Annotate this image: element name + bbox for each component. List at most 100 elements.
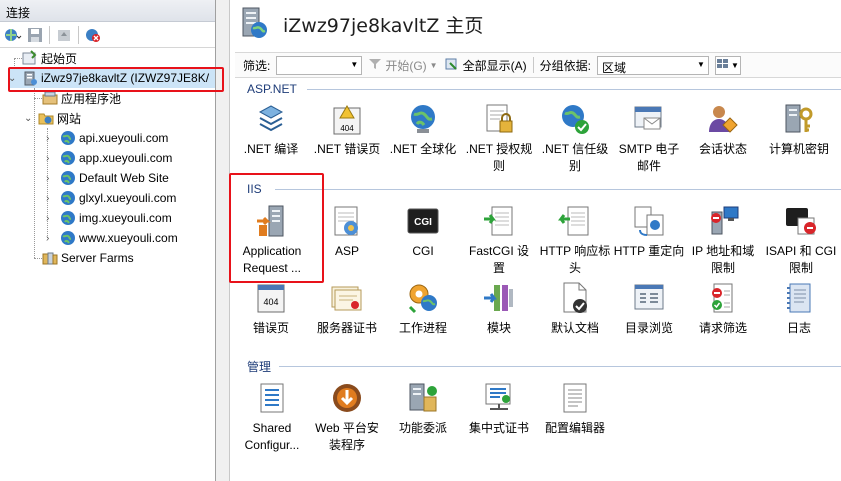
error-code-text: 404 [263,297,278,307]
section-divider [279,366,841,367]
tree-item-label: app.xueyouli.com [79,151,173,165]
server-farm-icon [42,250,58,266]
grid-view-icon [716,59,729,71]
group-by-label: 分组依据: [539,58,591,73]
arr-icon [255,203,289,239]
toolbar-separator [532,57,534,73]
feature-label: .NET 编译 [243,142,299,156]
feature-delegation[interactable]: 功能委派 [385,380,461,437]
feature-net-authorization[interactable]: .NET 授权规 则 [461,101,537,175]
feature-label: 模块 [486,321,511,335]
smtp-email-icon [632,101,666,137]
feature-label: 请求筛选 [698,321,747,335]
feature-worker-processes[interactable]: 工作进程 [385,280,461,337]
tree-item-label: www.xueyouli.com [79,231,178,245]
chevron-right-icon[interactable]: › [46,173,56,184]
feature-isapi-cgi-restrictions[interactable]: ISAPI 和 CGI 限制 [761,203,841,277]
panel-splitter[interactable] [216,0,230,481]
tree-item-server-farms[interactable]: Server Farms [42,248,134,268]
feature-label: ASP [334,244,359,258]
dropdown-arrow-icon: ▼ [697,59,705,69]
disconnect-icon[interactable] [83,25,103,45]
tree-item-sites[interactable]: ⌄ 网站 [24,108,81,128]
feature-net-globalization[interactable]: .NET 全球化 [385,101,461,158]
dropdown-arrow-icon: ▼ [429,60,438,70]
feature-ip-domain-restrictions[interactable]: IP 地址和域 限制 [685,203,761,277]
tree-item-app-pools[interactable]: 应用程序池 [42,88,121,108]
feature-default-document[interactable]: 默认文档 [537,280,613,337]
redirect-icon [632,203,666,239]
feature-application-request-routing[interactable]: Application Request ... [234,203,310,277]
feature-fastcgi[interactable]: FastCGI 设 置 [461,203,537,277]
feature-cgi[interactable]: CGI CGI [385,203,461,260]
error-page-icon: 404 [254,280,288,316]
tree-item-site[interactable]: › app.xueyouli.com [46,148,172,168]
filter-input[interactable]: ▼ [276,55,363,75]
chevron-right-icon[interactable]: › [46,133,56,144]
page-header: iZwz97je8kavltZ 主页 [235,6,483,42]
tree-item-site[interactable]: › img.xueyouli.com [46,208,172,228]
tree-item-start-page[interactable]: 起始页 [22,50,77,68]
feature-smtp-email[interactable]: SMTP 电子 邮件 [611,101,687,175]
feature-label: 别 [568,159,581,173]
feature-net-error-pages[interactable]: 404 .NET 错误页 [309,101,385,158]
feature-session-state[interactable]: 会话状态 [685,101,761,158]
fastcgi-icon [482,203,516,239]
start-filter-button[interactable]: 开始(G) ▼ [368,57,438,74]
dropdown-arrow-icon[interactable]: ▼ [350,60,358,69]
feature-label: FastCGI 设 [468,244,529,258]
feature-label: Configur... [244,438,300,452]
feature-machine-key[interactable]: 计算机密钥 [761,101,837,158]
show-all-button[interactable]: 全部显示(A) [444,57,527,74]
chevron-right-icon[interactable]: › [46,213,56,224]
chevron-down-icon[interactable]: ⌄ [8,73,18,84]
group-by-select[interactable]: 区域 ▼ [596,55,709,75]
feature-label: HTTP 响应标 [539,244,611,258]
feature-request-filtering[interactable]: 请求筛选 [685,280,761,337]
feature-net-compilation[interactable]: .NET 编译 [233,101,309,158]
funnel-icon [368,58,382,73]
sites-folder-icon [38,110,54,126]
chevron-right-icon[interactable]: › [46,153,56,164]
chevron-right-icon[interactable]: › [46,193,56,204]
feature-http-redirect[interactable]: HTTP 重定向 [611,203,687,260]
feature-label: CGI [412,244,434,258]
tree-item-site[interactable]: › www.xueyouli.com [46,228,178,248]
feature-error-pages[interactable]: 404 错误页 [233,280,309,337]
feature-web-platform-installer[interactable]: Web 平台安 装程序 [309,380,385,454]
tree-item-site[interactable]: › Default Web Site [46,168,169,188]
dropdown-arrow-icon: ▼ [730,60,739,70]
feature-label: HTTP 重定向 [613,244,685,258]
feature-label: 则 [492,159,505,173]
tree-item-site[interactable]: › glxyl.xueyouli.com [46,188,176,208]
tree-item-label: img.xueyouli.com [79,211,172,225]
feature-shared-configuration[interactable]: Shared Configur... [234,380,310,454]
directory-browsing-icon [632,280,666,316]
feature-modules[interactable]: 模块 [461,280,537,337]
tree-item-server[interactable]: ⌄ iZwz97je8kavltZ (IZWZ97JE8K/ [8,68,215,88]
feature-configuration-editor[interactable]: 配置编辑器 [537,380,613,437]
feature-label: 限制 [710,261,735,275]
feature-logging[interactable]: 日志 [761,280,837,337]
connect-globe-icon[interactable] [3,25,23,45]
feature-asp[interactable]: ASP [309,203,385,260]
feature-directory-browsing[interactable]: 目录浏览 [611,280,687,337]
tree-item-site[interactable]: › api.xueyouli.com [46,128,168,148]
chevron-right-icon[interactable]: › [46,233,56,244]
section-iis-header: IIS [247,181,262,197]
chevron-down-icon[interactable]: ⌄ [24,113,34,124]
up-icon[interactable] [54,25,74,45]
feature-http-response-headers[interactable]: HTTP 响应标 头 [537,203,613,277]
connections-header: 连接 [0,0,215,22]
view-mode-button[interactable]: ▼ [714,55,741,75]
feature-net-trust-levels[interactable]: .NET 信任级 别 [537,101,613,175]
feature-label: .NET 错误页 [313,142,381,156]
feature-label: Web 平台安 [315,421,379,435]
start-page-icon [22,50,38,66]
feature-server-certificates[interactable]: 服务器证书 [309,280,385,337]
save-icon[interactable] [25,25,45,45]
asp-icon [330,203,364,239]
config-editor-icon [558,380,592,416]
globalization-icon [406,101,440,137]
feature-centralized-certificates[interactable]: 集中式证书 [461,380,537,437]
